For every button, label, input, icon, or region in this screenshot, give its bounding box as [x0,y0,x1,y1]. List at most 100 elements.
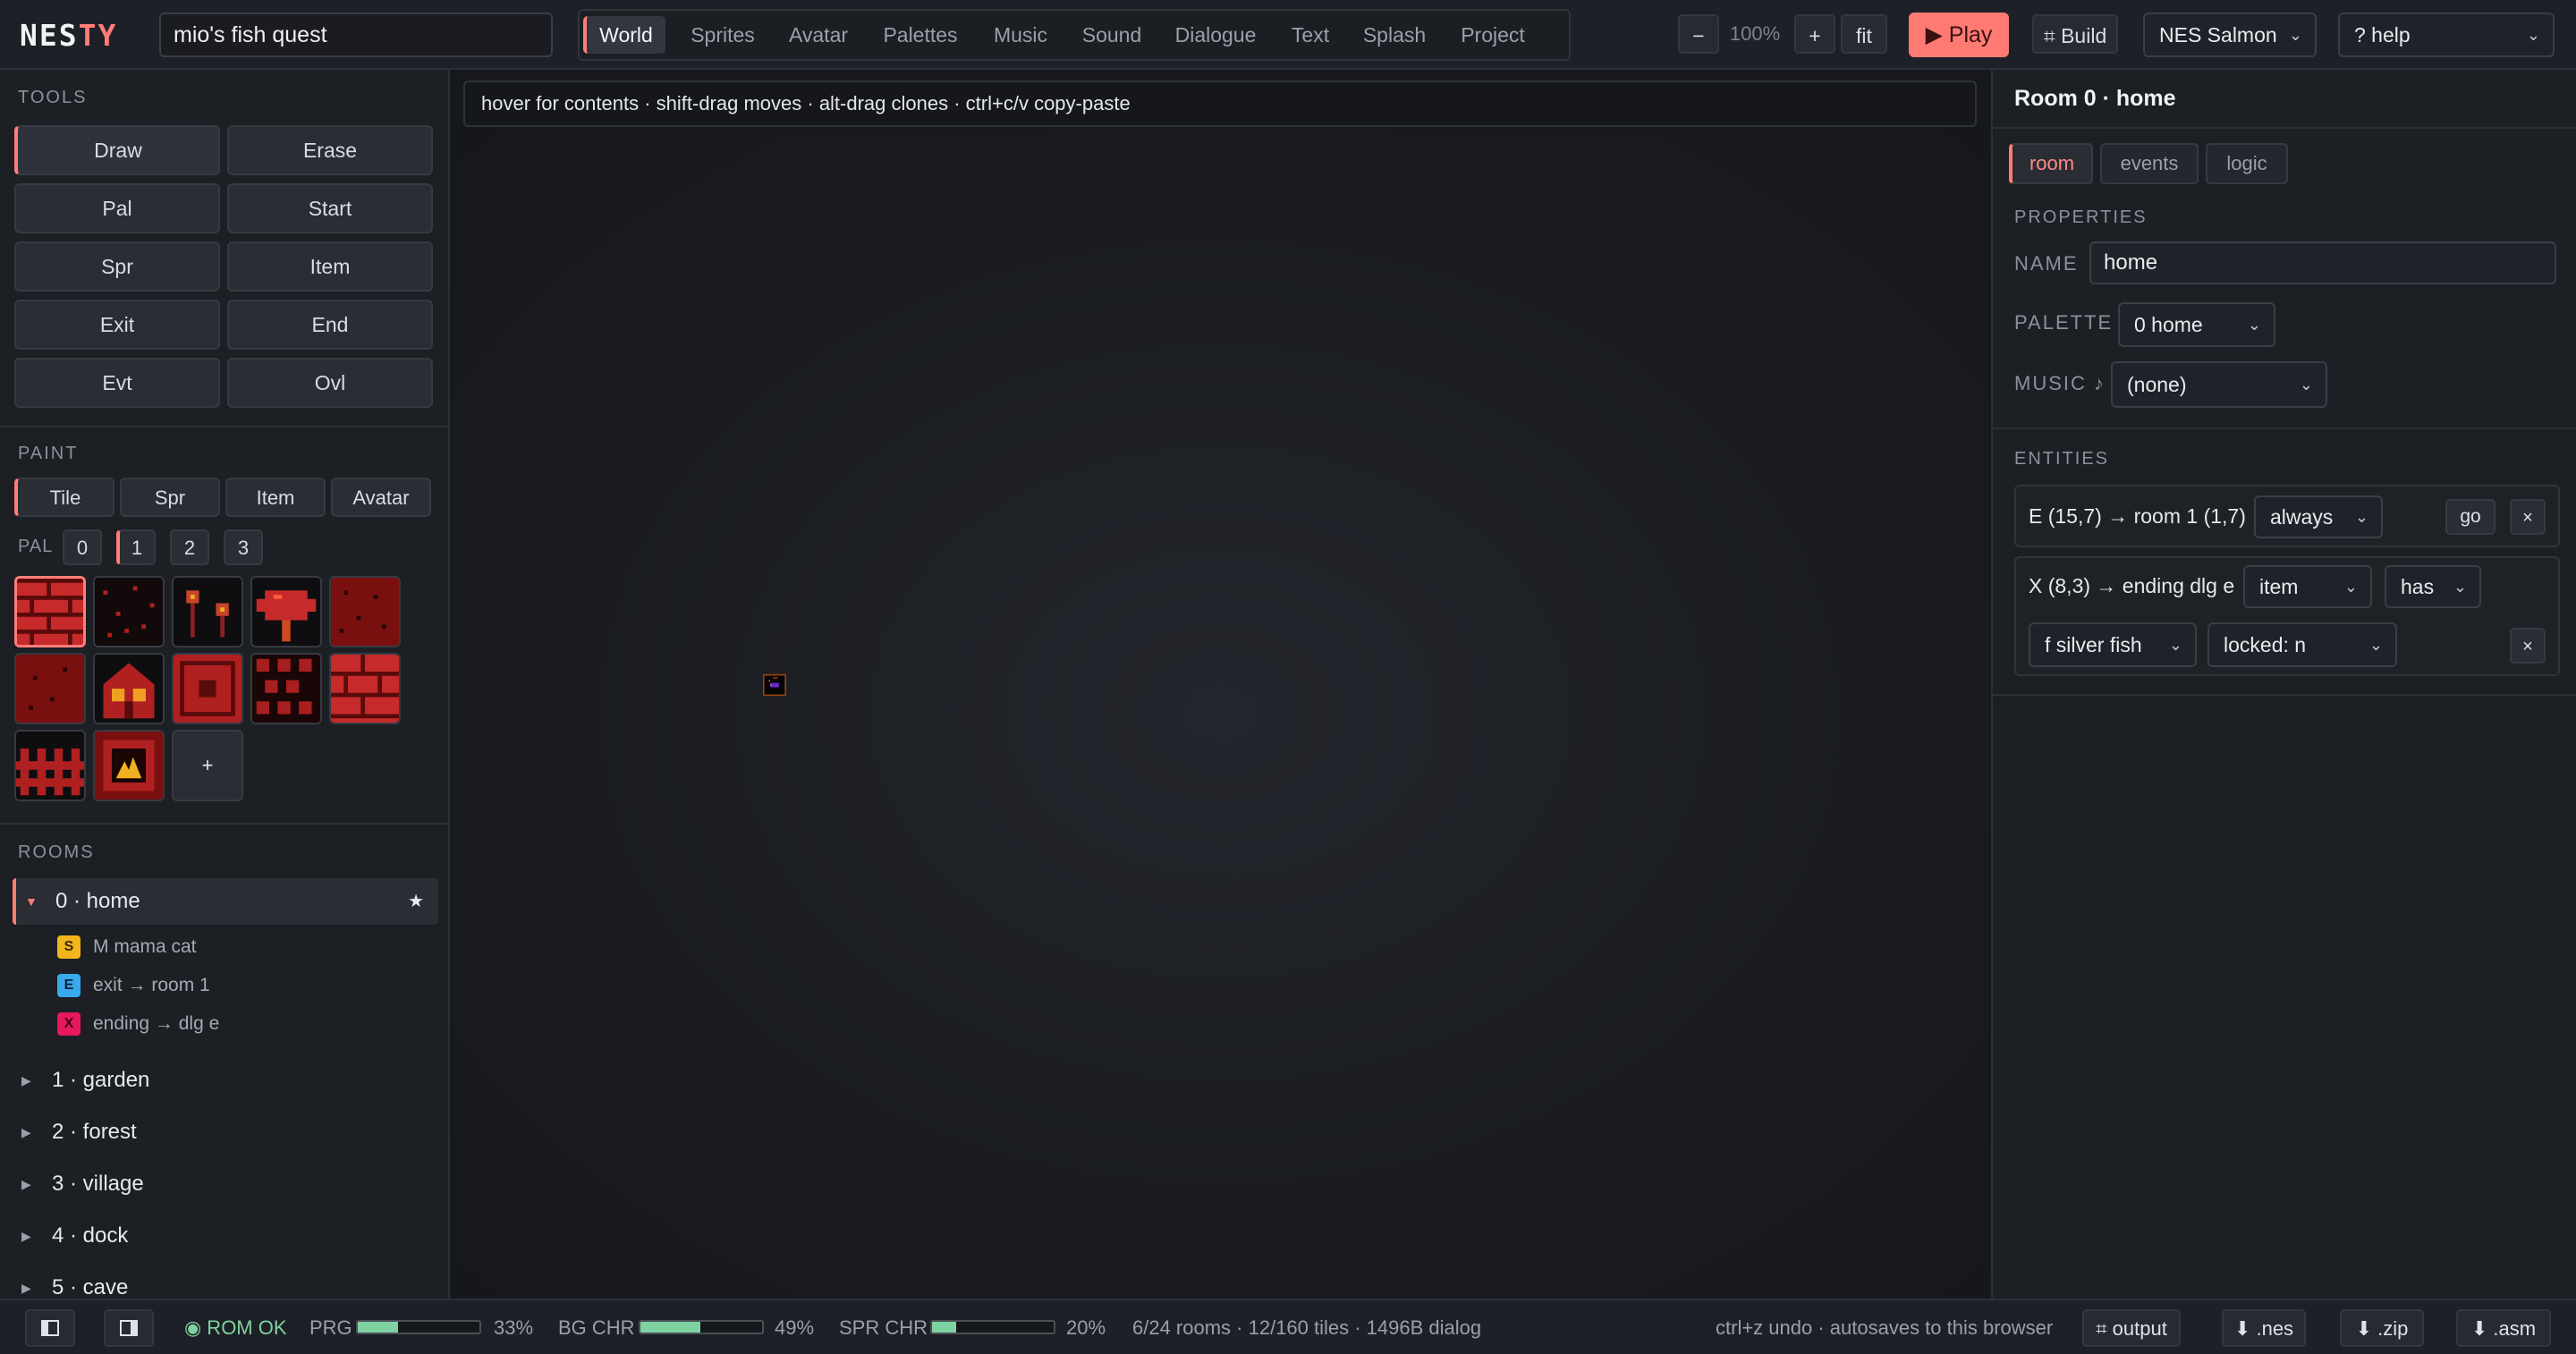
name-label: NAME [2014,252,2079,275]
tool-evt[interactable]: Evt [14,358,220,408]
room-item-cave[interactable]: ▶ 5 · cave [13,1265,438,1299]
tool-end[interactable]: End [227,300,433,350]
tile-house[interactable] [93,653,165,724]
tab-sound[interactable]: Sound [1072,16,1152,54]
tool-erase[interactable]: Erase [227,125,433,175]
output-button[interactable]: ⌗ output [2082,1309,2181,1347]
paint-tab-item[interactable]: Item [225,478,326,517]
add-tile-button[interactable]: + [172,730,243,801]
room-name-input[interactable]: home [2089,241,2556,284]
entity-go-button[interactable]: go [2445,499,2496,535]
tool-pal[interactable]: Pal [14,183,220,233]
entity-exit-mode-select[interactable]: always ⌄ [2254,495,2383,538]
room-item-village[interactable]: ▶ 3 · village [13,1161,438,1207]
palette-label: PALETTE [2014,311,2114,334]
tab-splash[interactable]: Splash [1352,16,1436,54]
zoom-out-button[interactable]: − [1678,14,1719,54]
fireplace-tile [775,677,776,679]
exit-marker-badge [784,684,785,685]
tile-brick[interactable] [14,576,86,647]
play-button[interactable]: ▶ Play [1909,13,2009,57]
paint-tab-spr[interactable]: Spr [120,478,220,517]
tool-start[interactable]: Start [227,183,433,233]
fit-button[interactable]: fit [1841,14,1887,54]
tile-lattice[interactable] [250,653,322,724]
tool-item[interactable]: Item [227,241,433,292]
pal-button-2[interactable]: 2 [170,529,209,565]
tool-spr[interactable]: Spr [14,241,220,292]
download-nes-button[interactable]: ⬇ .nes [2222,1309,2306,1347]
tab-avatar[interactable]: Avatar [778,16,859,54]
tile-fence[interactable] [14,730,86,801]
palette-select[interactable]: NES Salmon ⌄ [2143,13,2317,57]
tile-dots[interactable] [93,576,165,647]
entity-ending-remove-button[interactable]: × [2510,628,2546,664]
entity-exit[interactable]: Eexit → room 1 [57,974,210,998]
pal-button-3[interactable]: 3 [224,529,263,565]
toggle-left-panel-button[interactable] [25,1309,75,1347]
tab-music[interactable]: Music [980,16,1061,54]
tab-room[interactable]: room [2009,143,2093,184]
zoom-in-button[interactable]: + [1794,14,1835,54]
tab-logic[interactable]: logic [2206,143,2288,184]
tab-sprites[interactable]: Sprites [678,16,767,54]
build-button[interactable]: ⌗ Build [2032,14,2118,54]
paint-header: PAINT [18,444,79,463]
tile-wall[interactable] [329,653,401,724]
paint-tab-tile[interactable]: Tile [14,478,114,517]
tool-ovl[interactable]: Ovl [227,358,433,408]
tool-exit[interactable]: Exit [14,300,220,350]
pal-button-0[interactable]: 0 [63,529,102,565]
tab-project[interactable]: Project [1444,16,1542,54]
entity-cond-op-select[interactable]: has ⌄ [2385,565,2481,608]
prg-percent: 33% [494,1316,534,1339]
rom-status: ◉ ROM OK [184,1316,287,1339]
entity-ending[interactable]: Xending → dlg e [57,1012,219,1037]
entity-exit-remove-button[interactable]: × [2510,499,2546,535]
chevron-down-icon: ⌄ [2288,26,2302,44]
tool-draw[interactable]: Draw [14,125,220,175]
room-item-garden[interactable]: ▶ 1 · garden [13,1057,438,1104]
entity-start[interactable]: SM mama cat [57,935,197,960]
tab-text[interactable]: Text [1277,16,1343,54]
inspector-panel: Room 0 · home room events logic PROPERTI… [1991,70,2576,1299]
tile-crate[interactable] [172,653,243,724]
download-zip-button[interactable]: ⬇ .zip [2340,1309,2424,1347]
pal-button-1[interactable]: 1 [116,529,156,565]
caret-right-icon: ▶ [21,1073,31,1087]
tile-flowers[interactable] [172,576,243,647]
tile-fireplace[interactable] [93,730,165,801]
chevron-down-icon: ⌄ [2343,578,2358,596]
tab-dialogue[interactable]: Dialogue [1163,16,1268,54]
divider [0,823,448,825]
bg-chr-percent: 49% [775,1316,815,1339]
caret-down-icon: ▼ [25,894,38,909]
room-item-forest[interactable]: ▶ 2 · forest [13,1109,438,1155]
exit-badge: E [57,974,80,998]
toggle-right-panel-button[interactable] [104,1309,154,1347]
room-map[interactable]: X E [763,256,786,1114]
tile-red-speckle[interactable] [329,576,401,647]
project-summary: 6/24 rooms · 12/160 tiles · 1496B dialog [1132,1316,1482,1339]
tile-red-plain[interactable] [14,653,86,724]
entity-cond-item-select[interactable]: f silver fish ⌄ [2029,622,2197,667]
bg-chr-meter [639,1320,764,1334]
tab-events[interactable]: events [2100,143,2199,184]
help-select[interactable]: ? help ⌄ [2338,13,2555,57]
tab-world[interactable]: World [583,16,665,54]
room-palette-select[interactable]: 0 home ⌄ [2118,302,2275,347]
paint-tab-avatar[interactable]: Avatar [331,478,431,517]
room-music-select[interactable]: (none) ⌄ [2111,361,2327,408]
entity-locked-select[interactable]: locked: n ⌄ [2207,622,2397,667]
tab-palettes[interactable]: Palettes [871,16,970,54]
status-bar: ◉ ROM OK PRG 33% BG CHR 49% SPR CHR 20% … [0,1299,2576,1354]
project-name-input[interactable]: mio's fish quest [159,13,553,57]
chevron-down-icon: ⌄ [2168,636,2182,654]
tile-tree[interactable] [250,576,322,647]
top-bar: NESTY mio's fish quest World Sprites Ava… [0,0,2576,70]
room-item-home[interactable]: ▼ 0 · home ★ [13,878,438,925]
room-item-dock[interactable]: ▶ 4 · dock [13,1213,438,1259]
entity-cond-type-select[interactable]: item ⌄ [2243,565,2372,608]
download-asm-button[interactable]: ⬇ .asm [2456,1309,2551,1347]
world-canvas[interactable] [452,129,1989,1297]
